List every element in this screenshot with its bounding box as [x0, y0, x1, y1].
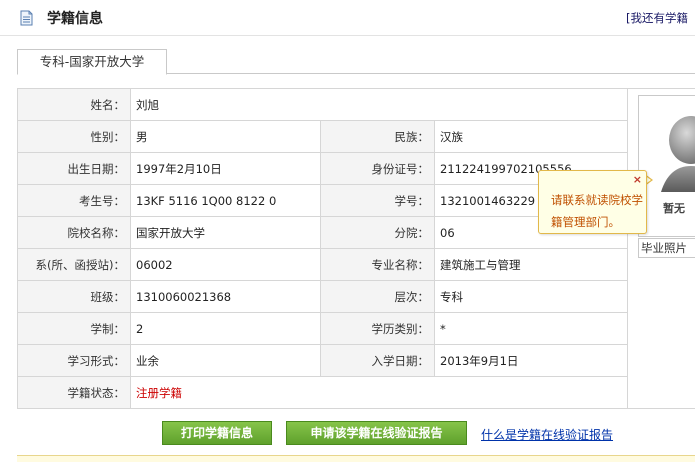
record-tabs: 专科-国家开放大学 — [17, 49, 695, 75]
table-row: 学籍状态： 注册学籍 — [17, 376, 629, 409]
table-row: 姓名： 刘旭 — [17, 88, 629, 121]
exam-no-label: 考生号： — [17, 184, 131, 217]
tab-record-0[interactable]: 专科-国家开放大学 — [17, 49, 167, 75]
tooltip-text: 请联系就读院校学籍管理部门。 — [551, 193, 643, 229]
what-is-report-link[interactable]: 什么是学籍在线验证报告 — [481, 426, 613, 443]
degree-type-label: 学历类别： — [320, 312, 435, 345]
apply-verification-report-button[interactable]: 申请该学籍在线验证报告 — [286, 421, 467, 445]
level-label: 层次： — [320, 280, 435, 313]
page-header: 学籍信息 [我还有学籍 — [0, 0, 695, 36]
duration-value: 2 — [130, 312, 321, 345]
student-info-table: 姓名： 刘旭 性别： 男 民族： 汉族 出生日期： 1997年2月10日 身份证… — [17, 88, 629, 409]
enroll-date-value: 2013年9月1日 — [433, 344, 629, 377]
status-value: 注册学籍 — [129, 376, 629, 409]
degree-type-value: * — [433, 312, 629, 345]
dept-value: 06002 — [130, 248, 321, 281]
study-form-label: 学习形式： — [17, 344, 131, 377]
table-row: 学习形式： 业余 入学日期： 2013年9月1日 — [17, 344, 629, 377]
gender-value: 男 — [130, 120, 321, 153]
table-row: 系(所、函授站)： 06002 专业名称： 建筑施工与管理 — [17, 248, 629, 281]
document-icon — [20, 10, 33, 26]
dept-label: 系(所、函授站)： — [17, 248, 131, 281]
close-icon[interactable]: × — [633, 173, 642, 186]
table-row: 性别： 男 民族： 汉族 — [17, 120, 629, 153]
name-label: 姓名： — [17, 88, 131, 121]
notice-bar — [17, 455, 695, 462]
photo-caption: 毕业照片 — [638, 238, 695, 258]
id-label: 身份证号： — [320, 152, 435, 185]
study-form-value: 业余 — [130, 344, 321, 377]
birth-label: 出生日期： — [17, 152, 131, 185]
duration-label: 学制： — [17, 312, 131, 345]
status-label: 学籍状态： — [17, 376, 131, 409]
major-label: 专业名称： — [320, 248, 435, 281]
ethnicity-label: 民族： — [320, 120, 435, 153]
table-row: 考生号： 13KF 5116 1Q00 8122 0 学号： 132100146… — [17, 184, 629, 217]
page-title: 学籍信息 — [47, 11, 103, 27]
photo-panel: 暂无 毕业照片 — [627, 88, 695, 409]
school-label: 院校名称： — [17, 216, 131, 249]
enroll-date-label: 入学日期： — [320, 344, 435, 377]
tooltip-contact-school: × 请联系就读院校学籍管理部门。 — [538, 170, 647, 234]
table-row: 班级： 1310060021368 层次： 专科 — [17, 280, 629, 313]
level-value: 专科 — [433, 280, 629, 313]
class-label: 班级： — [17, 280, 131, 313]
major-value: 建筑施工与管理 — [433, 248, 629, 281]
school-value: 国家开放大学 — [130, 216, 321, 249]
print-record-button[interactable]: 打印学籍信息 — [162, 421, 272, 445]
no-photo-text: 暂无 — [663, 202, 685, 215]
table-row: 院校名称： 国家开放大学 分院： 06 — [17, 216, 629, 249]
student-no-label: 学号： — [320, 184, 435, 217]
birth-value: 1997年2月10日 — [130, 152, 321, 185]
name-value: 刘旭 — [129, 88, 629, 121]
table-row: 学制： 2 学历类别： * — [17, 312, 629, 345]
gender-label: 性别： — [17, 120, 131, 153]
class-value: 1310060021368 — [130, 280, 321, 313]
exam-no-value: 13KF 5116 1Q00 8122 0 — [130, 184, 321, 217]
branch-label: 分院： — [320, 216, 435, 249]
table-row: 出生日期： 1997年2月10日 身份证号： 21122419970210555… — [17, 152, 629, 185]
other-records-link[interactable]: [我还有学籍 — [626, 10, 688, 26]
ethnicity-value: 汉族 — [433, 120, 629, 153]
